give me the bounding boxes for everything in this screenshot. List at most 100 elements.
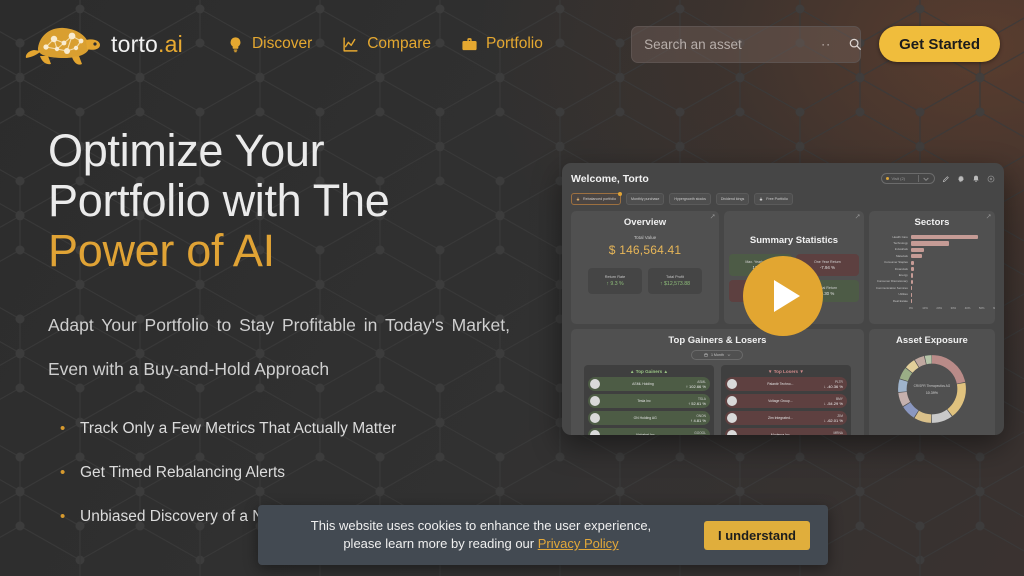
sector-label: Utilities [898,292,908,297]
avatar [726,430,737,435]
tab-rebalanced-portfolio[interactable]: Rebalanced portfolio [571,192,622,205]
sector-axis-tick: 0% [908,306,913,311]
asset-change: PLTR ↓ -40.36 % [824,380,843,389]
list-item[interactable]: Zim Integrated... ZIM ↓ -62.01 % [724,411,847,425]
expand-icon[interactable] [710,214,715,219]
sector-label: Technology [893,241,908,246]
stat-label: Total Profit [666,275,684,279]
search-box[interactable]: ·· [631,25,862,63]
list-item[interactable]: Palantir Techno... PLTR ↓ -40.36 % [724,377,847,391]
sector-bar [910,273,914,278]
select-divider [918,175,919,182]
avatar [726,396,737,406]
list-item[interactable]: Tesla Inc TSLA ↑ 52.61 % [588,394,710,408]
overview-stat-cards: Return Rate ↑ 9.3 % Total Profit ↑ $12,5… [576,268,714,294]
dashboard-topbar: Welcome, Torto Visit (2) [571,171,995,186]
cookie-banner-text: This website uses cookies to enhance the… [276,517,686,554]
asset-percent: ↑ 4.81 % [690,417,706,423]
panel-title-summary: Summary Statistics [749,235,839,246]
panel-sectors[interactable]: Sectors Health Care Technology Industrials… [868,211,995,324]
nav-item-discover[interactable]: Discover [227,35,312,53]
top-gainers-list: ASML Holding ASML ↑ 102.66 % Tesla Inc TSLA ↑… [588,377,710,435]
dashboard-visit-select[interactable]: Visit (2) [880,173,935,184]
brand-logo[interactable]: torto.ai [24,20,183,68]
stat-value: ↑ $12,573.88 [660,281,691,287]
sector-label: Consumer Staples [884,260,908,265]
overview-card-total-profit: Total Profit ↑ $12,573.88 [648,268,703,294]
sector-axis-tick: 50% [978,306,985,311]
sector-bar [910,279,913,285]
sector-bar [910,260,915,265]
sector-label: Communication Services [875,285,908,290]
nav-label-compare: Compare [367,35,431,52]
play-button[interactable] [743,256,823,336]
privacy-policy-link[interactable]: Privacy Policy [538,536,619,551]
asset-name: Alphabet Inc [635,433,655,435]
asset-name: Voltage Group... [768,399,793,403]
tab-hypergrowth-stocks[interactable]: Hypergrowth stocks [669,193,711,205]
list-item[interactable]: ASML Holding ASML ↑ 102.66 % [588,377,710,391]
search-input[interactable] [644,36,822,52]
gear-icon[interactable] [957,175,965,183]
donut-center-value: 10.39% [925,390,939,395]
get-started-button[interactable]: Get Started [879,26,1000,62]
tab-label: Monthly purchase [630,197,660,201]
asset-change: GOOGL↑ 2.14 % [690,431,706,436]
list-item[interactable]: Alphabet Inc GOOGL↑ 2.14 % [588,428,710,435]
asset-change: ASML ↑ 102.66 % [686,380,706,389]
close-icon[interactable] [987,175,995,183]
tab-label: Free Portfolio [766,197,788,201]
panel-asset-exposure[interactable]: Asset Exposure CRISPR Therapeutics AG 10… [868,329,995,435]
search-icon[interactable] [848,33,862,55]
hero-title-line-2: Portfolio with The [48,174,390,226]
play-icon [773,280,800,312]
sector-axis-tick: 20% [936,306,943,311]
lock-icon [576,197,580,201]
sector-axis-tick: 10% [922,306,928,311]
expand-icon[interactable] [986,214,991,219]
expand-icon[interactable] [855,214,860,219]
avatar [590,396,600,406]
asset-name: Tesla Inc [637,399,651,403]
nav-item-portfolio[interactable]: Portfolio [461,35,543,53]
sector-bar [910,267,914,272]
briefcase-icon [462,37,477,50]
gainers-losers-columns: ▲ Top Gainers ▲ ASML Holding ASML ↑ 102.66… [576,365,859,435]
donut-center-label: CRISPR Therapeutics AG 10.39% [893,350,971,428]
chevron-down-icon[interactable] [922,175,930,183]
panel-overview[interactable]: Overview Total Value $ 146,564.41 Return… [571,211,720,324]
asset-change: MRNA↓ -68.30 % [824,431,843,436]
sector-bar [910,241,950,246]
chevron-down-icon [727,354,731,357]
sector-bar [910,235,979,240]
list-item[interactable]: ON Holding AG ONON ↑ 4.81 % [588,411,710,425]
tab-free-portfolio[interactable]: Free Portfolio [754,193,793,205]
list-item[interactable]: Moderna Inc MRNA↓ -68.30 % [724,428,847,436]
i-understand-button[interactable]: I understand [703,520,810,550]
panel-gainers-losers[interactable]: Top Gainers & Losers 1 Month ▲ Top Gaine… [571,329,864,435]
nav-item-compare[interactable]: Compare [342,35,431,53]
hero-title-line-3: Power of AI [48,224,275,276]
asset-percent: ↓ -40.36 % [823,383,843,389]
gainers-losers-period-select[interactable]: 1 Month [691,350,744,360]
overview-total-value: $ 146,564.41 [608,243,682,257]
donut-center-name: CRISPR Therapeutics AG [913,383,951,388]
sector-axis-tick: 30% [950,306,957,311]
sector-label: Real Estate [892,298,908,303]
asset-change: BMY ↓ -54.29 % [824,397,843,406]
sector-label: Financials [894,266,908,271]
sector-bar [910,299,913,304]
tab-dividend-kings[interactable]: Dividend kings [715,193,750,205]
edit-icon[interactable] [942,175,950,183]
top-gainers-column: ▲ Top Gainers ▲ ASML Holding ASML ↑ 102.66… [584,365,714,435]
list-item[interactable]: Voltage Group... BMY ↓ -54.29 % [724,394,847,408]
asset-name: Moderna Inc [770,433,790,435]
asset-percent: ↓ -54.29 % [823,400,843,406]
asset-name: ON Holding AG [633,416,657,420]
brand-suffix-text: .ai [158,30,183,57]
avatar [726,379,737,389]
bell-icon[interactable] [972,175,980,183]
asset-name: Zim Integrated... [768,416,793,420]
tab-monthly-purchase[interactable]: Monthly purchase [625,193,665,205]
sector-bar [910,254,922,259]
